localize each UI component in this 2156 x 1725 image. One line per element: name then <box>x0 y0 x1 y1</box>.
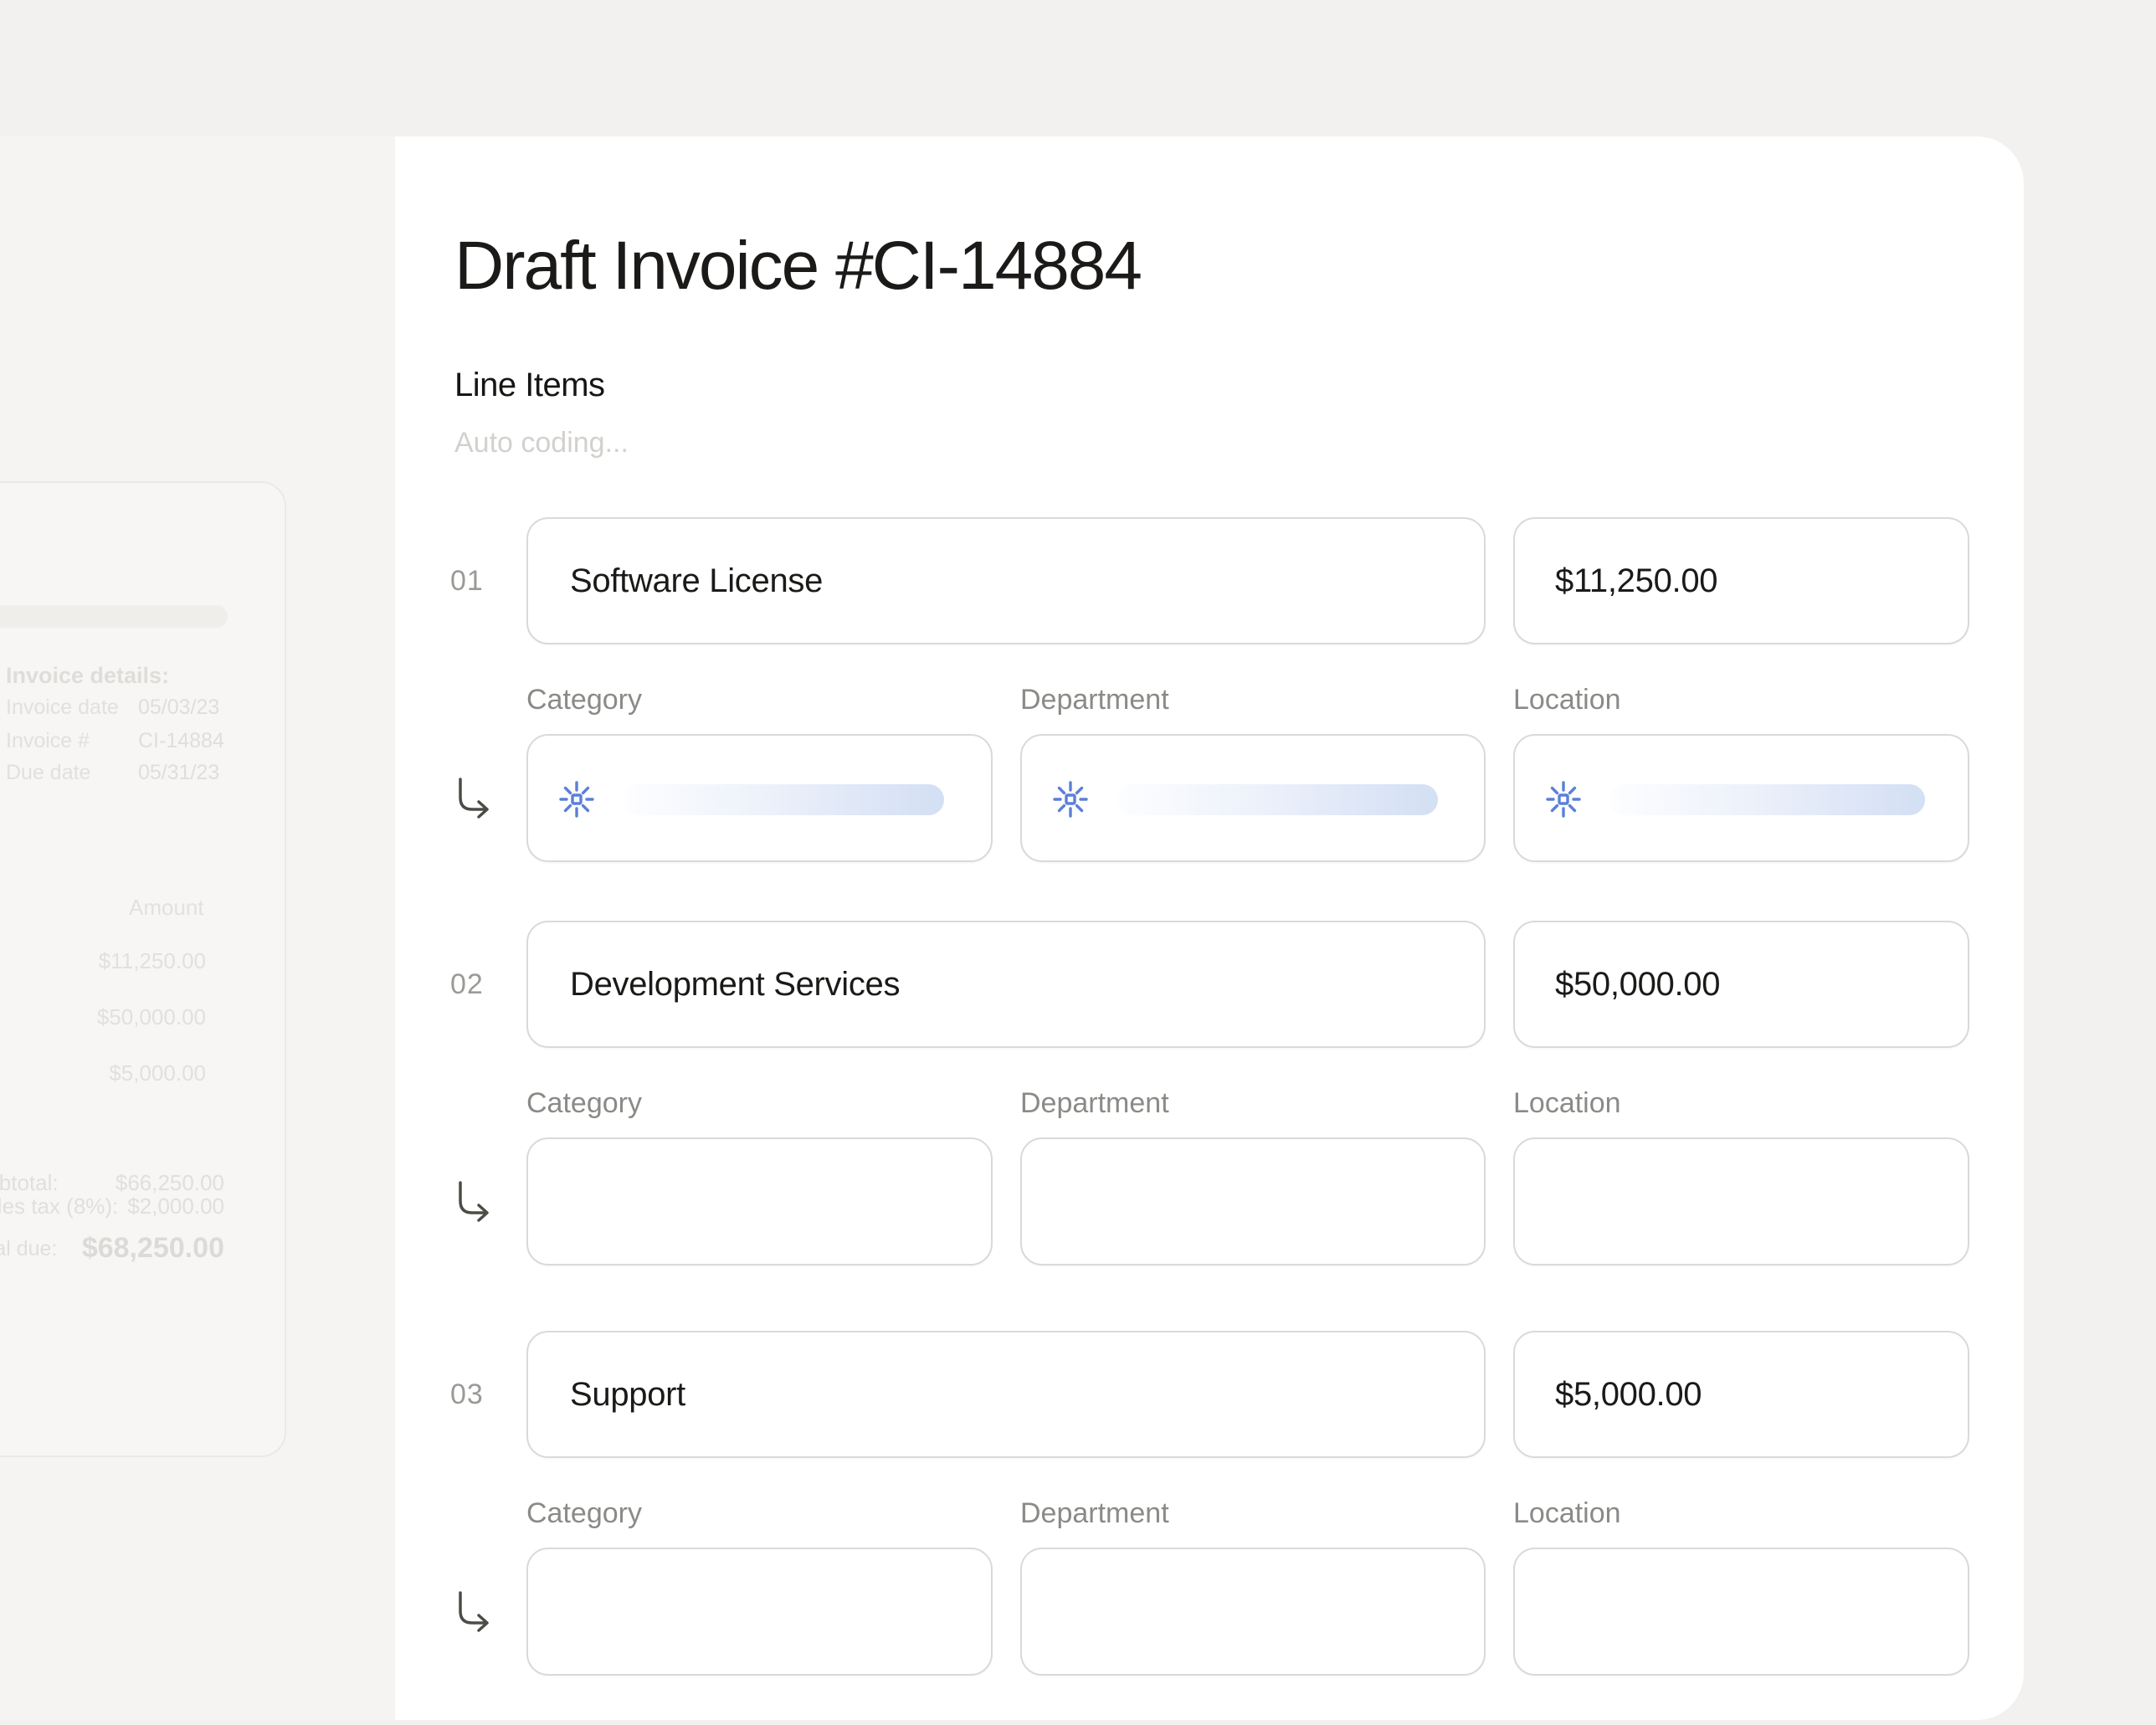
invoice-number-label: Invoice # <box>6 728 90 753</box>
line-item-amount-input[interactable]: $5,000.00 <box>1513 1331 1969 1458</box>
page-title: Draft Invoice #CI-14884 <box>454 220 1141 312</box>
total-due-label: Total due: <box>0 1236 57 1261</box>
app-canvas: Invoice details: Invoice date 05/03/23 I… <box>0 0 2156 1725</box>
sales-tax-value: $2,000.00 <box>127 1194 224 1219</box>
invoice-number-value: CI-14884 <box>138 728 224 753</box>
corner-down-right-arrow-icon <box>450 1589 497 1636</box>
faded-line-amount: $11,250.00 <box>99 948 206 973</box>
subtotal-value: $66,250.00 <box>116 1170 224 1195</box>
line-item-amount-input[interactable]: $11,250.00 <box>1513 517 1969 644</box>
sparkle-loading-icon <box>1050 779 1091 819</box>
amount-column-header: Amount <box>129 895 204 920</box>
category-select[interactable] <box>526 734 993 862</box>
loading-shimmer-bar <box>622 784 944 815</box>
department-select[interactable] <box>1020 1137 1486 1266</box>
draft-invoice-card: Draft Invoice #CI-14884 Line Items Auto … <box>395 136 2024 1720</box>
line-item-amount-input[interactable]: $50,000.00 <box>1513 921 1969 1048</box>
line-item-amount-text: $50,000.00 <box>1555 966 1720 1004</box>
invoice-date-value: 05/03/23 <box>138 695 219 720</box>
line-item-amount-text: $11,250.00 <box>1555 562 1717 600</box>
line-item-name-input[interactable]: Development Services <box>526 921 1486 1048</box>
sparkle-loading-icon <box>1543 779 1584 819</box>
due-date-value: 05/31/23 <box>138 760 219 785</box>
department-select[interactable] <box>1020 734 1486 862</box>
category-select[interactable] <box>526 1137 993 1266</box>
due-date-label: Due date <box>6 760 90 785</box>
location-select[interactable] <box>1513 734 1969 862</box>
invoice-details-heading: Invoice details: <box>6 662 169 689</box>
category-label: Category <box>526 1496 642 1531</box>
faded-shimmer-line <box>0 605 228 628</box>
location-select[interactable] <box>1513 1137 1969 1266</box>
invoice-date-label: Invoice date <box>6 695 119 720</box>
line-item-name-input[interactable]: Support <box>526 1331 1486 1458</box>
corner-down-right-arrow-icon <box>450 1179 497 1226</box>
line-item-amount-text: $5,000.00 <box>1555 1376 1702 1414</box>
line-item-name-text: Support <box>570 1376 685 1414</box>
category-label: Category <box>526 682 642 717</box>
line-item-name-text: Development Services <box>570 966 900 1004</box>
location-label: Location <box>1513 1496 1621 1531</box>
sales-tax-label: Sales tax (8%): <box>0 1194 118 1219</box>
line-item-number: 03 <box>450 1377 501 1412</box>
subtotal-label: Subtotal: <box>0 1170 59 1195</box>
category-select[interactable] <box>526 1548 993 1676</box>
faded-line-amount: $5,000.00 <box>109 1060 206 1086</box>
line-item-name-text: Software License <box>570 562 823 600</box>
loading-shimmer-bar <box>1116 784 1438 815</box>
department-label: Department <box>1020 1086 1169 1121</box>
line-item-number: 02 <box>450 967 501 1002</box>
line-item-number: 01 <box>450 563 501 598</box>
total-due-value: $68,250.00 <box>82 1231 224 1265</box>
corner-down-right-arrow-icon <box>450 776 497 823</box>
sparkle-loading-icon <box>557 779 597 819</box>
loading-shimmer-bar <box>1609 784 1925 815</box>
line-item-name-input[interactable]: Software License <box>526 517 1486 644</box>
department-select[interactable] <box>1020 1548 1486 1676</box>
location-label: Location <box>1513 682 1621 717</box>
section-title-line-items: Line Items <box>454 364 605 406</box>
department-label: Department <box>1020 1496 1169 1531</box>
department-label: Department <box>1020 682 1169 717</box>
background-invoice-document: Invoice details: Invoice date 05/03/23 I… <box>0 481 286 1457</box>
category-label: Category <box>526 1086 642 1121</box>
faded-line-amount: $50,000.00 <box>97 1004 206 1029</box>
location-label: Location <box>1513 1086 1621 1121</box>
auto-coding-status: Auto coding... <box>454 424 629 461</box>
location-select[interactable] <box>1513 1548 1969 1676</box>
